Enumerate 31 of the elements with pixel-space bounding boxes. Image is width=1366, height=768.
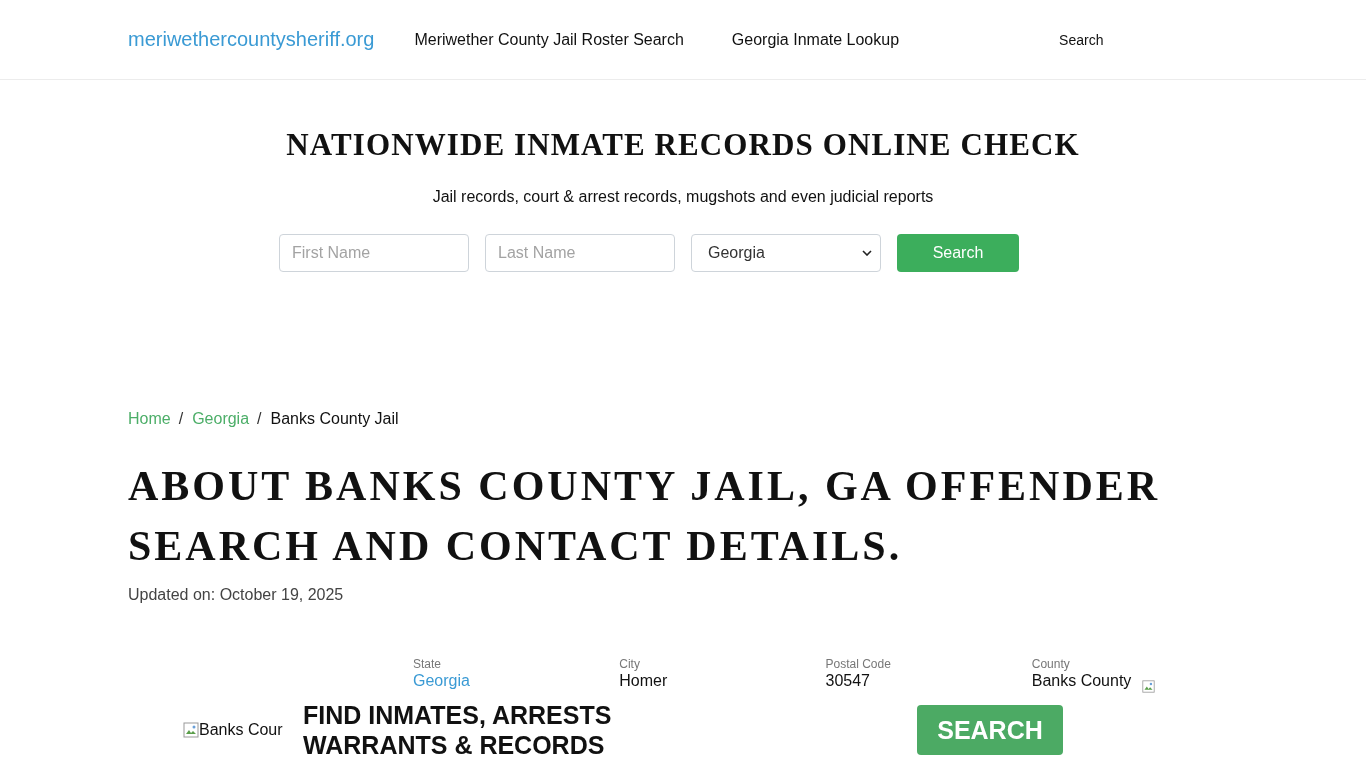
- state-select[interactable]: Georgia: [691, 234, 881, 272]
- breadcrumb-link[interactable]: Home: [128, 410, 171, 428]
- fact-value: 30547: [825, 672, 870, 690]
- broken-image-icon: [183, 722, 199, 738]
- image-alt-text: Banks Cour: [199, 721, 283, 739]
- hero-title: NATIONWIDE INMATE RECORDS ONLINE CHECK: [286, 127, 1080, 163]
- search-button[interactable]: Search: [897, 234, 1019, 272]
- search-link[interactable]: Search: [1059, 31, 1104, 48]
- fact-label: County: [1031, 657, 1070, 672]
- caret-icon: [862, 250, 872, 256]
- breadcrumb-separator: /: [257, 410, 262, 428]
- nav-link[interactable]: Georgia Inmate Lookup: [731, 30, 900, 49]
- banner-search-button[interactable]: SEARCH: [917, 705, 1063, 755]
- hero-subtitle: Jail records, court & arrest records, mugshots and even judicial reports: [432, 188, 934, 206]
- last-name-field[interactable]: Last Name: [485, 234, 675, 272]
- banner-headline: FIND INMATES, ARRESTS WARRANTS & RECORDS: [303, 700, 613, 760]
- fact-value: Banks County: [1031, 672, 1132, 690]
- site-logo-link[interactable]: meriwethercountysheriff.org: [128, 28, 375, 51]
- fact-value-link[interactable]: Georgia: [413, 672, 470, 690]
- nav-link[interactable]: Meriwether County Jail Roster Search: [414, 30, 684, 49]
- breadcrumb-separator: /: [178, 410, 184, 428]
- breadcrumb-link[interactable]: Georgia: [192, 410, 250, 428]
- fact-value: Homer: [619, 672, 668, 690]
- breadcrumb-current: Banks County Jail: [270, 410, 399, 428]
- fact-label: Postal Code: [825, 657, 891, 672]
- first-name-field[interactable]: First Name: [279, 234, 469, 272]
- page-title: ABOUT BANKS COUNTY JAIL, GA OFFENDER SEARCH AND CONTACT DETAILS.: [128, 462, 1162, 571]
- updated-date: Updated on: October 19, 2025: [128, 586, 345, 604]
- broken-image-icon[interactable]: [1142, 680, 1155, 693]
- fact-label: City: [619, 657, 640, 672]
- fact-label: State: [413, 657, 442, 672]
